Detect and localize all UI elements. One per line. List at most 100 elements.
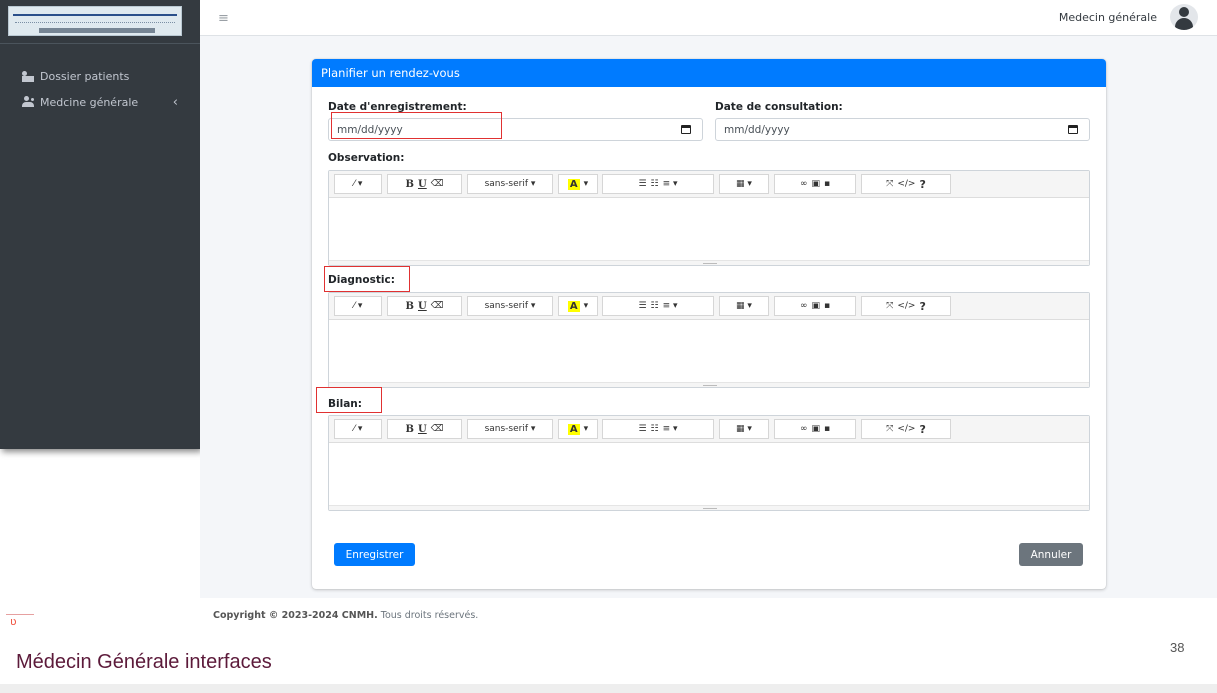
insert-group: ∞ ▣ ▪	[774, 174, 856, 194]
underline-button[interactable]: U	[418, 179, 427, 190]
table-dropdown[interactable]: ▦ ▾	[719, 296, 769, 316]
avatar[interactable]	[1170, 4, 1198, 30]
brand[interactable]	[0, 0, 200, 44]
code-view-icon[interactable]: </>	[897, 424, 915, 434]
editor-toolbar: ⁄ ▾ B U ⌫ sans-serif ▾ A ▾ ☰ ☷ ≡ ▾ ▦ ▾ ∞…	[329, 293, 1089, 320]
bilan-label: Bilan:	[328, 398, 362, 410]
table-icon: ▦ ▾	[736, 424, 752, 434]
style-dropdown[interactable]: ⁄ ▾	[334, 296, 382, 316]
eraser-icon[interactable]: ⌫	[431, 301, 444, 311]
font-style-group: B U ⌫	[387, 296, 462, 316]
table-icon: ▦ ▾	[736, 179, 752, 189]
fullscreen-icon[interactable]: ⤧	[886, 301, 893, 311]
editor-textarea[interactable]	[329, 198, 1089, 260]
color-button[interactable]: A ▾	[558, 174, 598, 194]
sidebar: Dossier patients Medcine générale ‹	[0, 0, 200, 449]
underline-button[interactable]: U	[418, 424, 427, 435]
align-icon[interactable]: ≡ ▾	[663, 424, 678, 434]
align-icon[interactable]: ≡ ▾	[663, 179, 678, 189]
bilan-editor[interactable]: ⁄ ▾ B U ⌫ sans-serif ▾ A ▾ ☰ ☷ ≡ ▾ ▦ ▾ ∞…	[328, 415, 1090, 511]
text-color-icon: A	[567, 178, 580, 190]
unordered-list-icon[interactable]: ☰	[638, 179, 646, 189]
ordered-list-icon[interactable]: ☷	[651, 301, 659, 311]
magic-icon: ⁄ ▾	[353, 301, 363, 311]
resize-handle[interactable]	[329, 260, 1089, 265]
user-name[interactable]: Medecin générale	[1059, 11, 1157, 24]
editor-textarea[interactable]	[329, 320, 1089, 382]
font-name-label: sans-serif ▾	[484, 424, 536, 434]
editor-toolbar: ⁄ ▾ B U ⌫ sans-serif ▾ A ▾ ☰ ☷ ≡ ▾ ▦ ▾ ∞…	[329, 171, 1089, 198]
insert-group: ∞ ▣ ▪	[774, 296, 856, 316]
chevron-down-icon: ▾	[583, 179, 589, 189]
bottom-strip	[0, 684, 1217, 693]
editor-toolbar: ⁄ ▾ B U ⌫ sans-serif ▾ A ▾ ☰ ☷ ≡ ▾ ▦ ▾ ∞…	[329, 416, 1089, 443]
view-group: ⤧ </> ?	[861, 296, 951, 316]
eraser-icon[interactable]: ⌫	[431, 179, 444, 189]
font-name-label: sans-serif ▾	[484, 179, 536, 189]
video-icon[interactable]: ▪	[824, 301, 830, 311]
slide-title: Médecin Générale interfaces	[16, 651, 272, 673]
table-dropdown[interactable]: ▦ ▾	[719, 419, 769, 439]
picture-icon[interactable]: ▣	[811, 424, 820, 434]
chevron-down-icon: ▾	[583, 301, 589, 311]
color-button[interactable]: A ▾	[558, 296, 598, 316]
date-consultation-input[interactable]: mm/dd/yyyy	[715, 118, 1090, 141]
table-dropdown[interactable]: ▦ ▾	[719, 174, 769, 194]
diagnostic-editor[interactable]: ⁄ ▾ B U ⌫ sans-serif ▾ A ▾ ☰ ☷ ≡ ▾ ▦ ▾ ∞…	[328, 292, 1090, 388]
fullscreen-icon[interactable]: ⤧	[886, 424, 893, 434]
picture-icon[interactable]: ▣	[811, 301, 820, 311]
link-icon[interactable]: ∞	[800, 179, 808, 189]
help-icon[interactable]: ?	[919, 423, 925, 436]
fullscreen-icon[interactable]: ⤧	[886, 179, 893, 189]
picture-icon[interactable]: ▣	[811, 179, 820, 189]
date-enregistrement-input[interactable]: mm/dd/yyyy	[328, 118, 703, 141]
text-color-icon: A	[567, 423, 580, 435]
resize-handle[interactable]	[329, 382, 1089, 387]
help-icon[interactable]: ?	[919, 178, 925, 191]
eraser-icon[interactable]: ⌫	[431, 424, 444, 434]
observation-label: Observation:	[328, 152, 405, 164]
bold-button[interactable]: B	[406, 424, 414, 435]
unordered-list-icon[interactable]: ☰	[638, 424, 646, 434]
video-icon[interactable]: ▪	[824, 424, 830, 434]
align-icon[interactable]: ≡ ▾	[663, 301, 678, 311]
font-name-dropdown[interactable]: sans-serif ▾	[467, 174, 553, 194]
code-view-icon[interactable]: </>	[897, 179, 915, 189]
video-icon[interactable]: ▪	[824, 179, 830, 189]
font-name-dropdown[interactable]: sans-serif ▾	[467, 419, 553, 439]
font-name-dropdown[interactable]: sans-serif ▾	[467, 296, 553, 316]
code-view-icon[interactable]: </>	[897, 301, 915, 311]
help-icon[interactable]: ?	[919, 300, 925, 313]
copyright-bold: Copyright © 2023-2024 CNMH.	[213, 610, 378, 621]
diagnostic-label: Diagnostic:	[328, 274, 395, 286]
link-icon[interactable]: ∞	[800, 301, 808, 311]
underline-button[interactable]: U	[418, 301, 427, 312]
unordered-list-icon[interactable]: ☰	[638, 301, 646, 311]
calendar-icon[interactable]	[681, 125, 691, 134]
card-title: Planifier un rendez-vous	[312, 59, 1106, 87]
chevron-down-icon: ▾	[583, 424, 589, 434]
sidebar-item-dossier-patients[interactable]: Dossier patients	[0, 64, 200, 88]
save-button[interactable]: Enregistrer	[334, 543, 415, 566]
date-placeholder: mm/dd/yyyy	[337, 124, 403, 136]
cancel-button[interactable]: Annuler	[1019, 543, 1083, 566]
date-placeholder: mm/dd/yyyy	[724, 124, 790, 136]
bold-button[interactable]: B	[406, 301, 414, 312]
users-icon	[22, 96, 34, 108]
cnmh-logo	[8, 6, 182, 36]
style-dropdown[interactable]: ⁄ ▾	[334, 419, 382, 439]
bold-button[interactable]: B	[406, 179, 414, 190]
menu-toggle-icon[interactable]: ≡	[218, 12, 229, 25]
magic-icon: ⁄ ▾	[353, 424, 363, 434]
sidebar-item-medecine-generale[interactable]: Medcine générale ‹	[0, 90, 200, 114]
observation-editor[interactable]: ⁄ ▾ B U ⌫ sans-serif ▾ A ▾ ☰ ☷ ≡ ▾ ▦ ▾ ∞…	[328, 170, 1090, 266]
view-group: ⤧ </> ?	[861, 174, 951, 194]
style-dropdown[interactable]: ⁄ ▾	[334, 174, 382, 194]
ordered-list-icon[interactable]: ☷	[651, 424, 659, 434]
editor-textarea[interactable]	[329, 443, 1089, 505]
ordered-list-icon[interactable]: ☷	[651, 179, 659, 189]
color-button[interactable]: A ▾	[558, 419, 598, 439]
calendar-icon[interactable]	[1068, 125, 1078, 134]
resize-handle[interactable]	[329, 505, 1089, 510]
link-icon[interactable]: ∞	[800, 424, 808, 434]
